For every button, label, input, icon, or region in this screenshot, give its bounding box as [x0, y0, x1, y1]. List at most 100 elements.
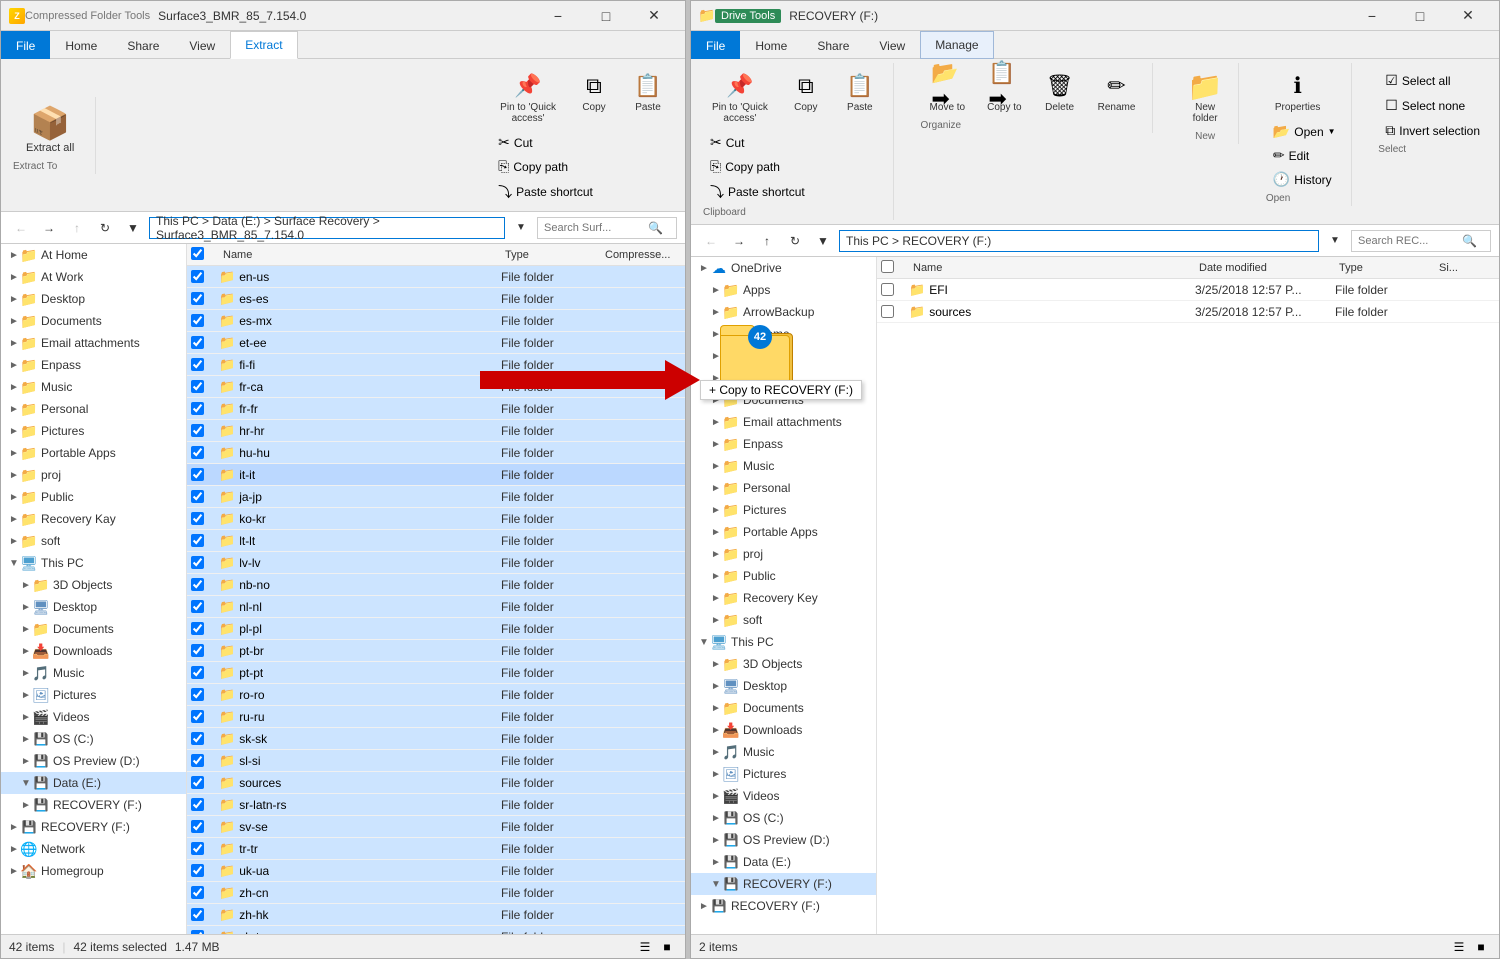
tree-item-desktop-pc[interactable]: ► 🖥 Desktop [1, 596, 186, 618]
tree-item-videos[interactable]: ► 🎬 Videos [1, 706, 186, 728]
col-header-type[interactable]: Type [501, 249, 601, 261]
left-back-btn[interactable]: ← [9, 216, 33, 240]
tree-item-soft[interactable]: ► 📁 soft [1, 530, 186, 552]
file-checkbox[interactable] [191, 446, 204, 459]
left-maximize-btn[interactable]: □ [583, 1, 629, 31]
file-checkbox[interactable] [191, 688, 204, 701]
tree-item-drive-f2[interactable]: ► 💾 RECOVERY (F:) [1, 816, 186, 838]
file-checkbox[interactable] [191, 534, 204, 547]
col-header-name[interactable]: Name [219, 249, 501, 261]
file-checkbox[interactable] [191, 710, 204, 723]
right-up-btn[interactable]: ↑ [755, 229, 779, 253]
left-minimize-btn[interactable]: − [535, 1, 581, 31]
tree-item-r-recovery-f2[interactable]: ► 💾 RECOVERY (F:) [691, 895, 876, 917]
tree-item-r-at-home[interactable]: ► 📁 At Home [691, 323, 876, 345]
tree-item-3d-objects[interactable]: ► 📁 3D Objects [1, 574, 186, 596]
left-path-expand-btn[interactable]: ▼ [121, 216, 145, 240]
left-close-btn[interactable]: ✕ [631, 1, 677, 31]
file-checkbox[interactable] [191, 776, 204, 789]
left-file-row[interactable]: 📁 zh-cn File folder [187, 882, 685, 904]
cut-btn-left[interactable]: ✂ Cut [491, 131, 600, 154]
move-to-btn[interactable]: 📂➡ Move to [921, 65, 975, 118]
right-file-row[interactable]: 📁 sources 3/25/2018 12:57 P... File fold… [877, 301, 1499, 323]
left-forward-btn[interactable]: → [37, 216, 61, 240]
right-file-checkbox[interactable] [881, 283, 894, 296]
left-file-row[interactable]: 📁 lv-lv File folder [187, 552, 685, 574]
tree-item-public[interactable]: ► 📁 Public [1, 486, 186, 508]
tree-item-r-public[interactable]: ► 📁 Public [691, 565, 876, 587]
rename-btn-right[interactable]: ✏ Rename [1089, 65, 1145, 118]
file-checkbox[interactable] [191, 798, 204, 811]
file-checkbox[interactable] [191, 512, 204, 525]
tree-item-r-apps[interactable]: ► 📁 Apps [691, 279, 876, 301]
file-checkbox[interactable] [191, 424, 204, 437]
invert-selection-btn[interactable]: ⧉ Invert selection [1378, 119, 1487, 142]
tab-file-right[interactable]: File [691, 31, 740, 59]
left-up-btn[interactable]: ↑ [65, 216, 89, 240]
tree-item-r-pictures[interactable]: ► 📁 Pictures [691, 499, 876, 521]
file-checkbox[interactable] [191, 644, 204, 657]
right-col-name[interactable]: Name [909, 262, 1195, 274]
new-folder-btn[interactable]: 📁 Newfolder [1180, 65, 1230, 129]
file-checkbox[interactable] [191, 468, 204, 481]
copy-btn-left[interactable]: ⧉ Copy [569, 65, 619, 129]
left-refresh-btn[interactable]: ↻ [93, 216, 117, 240]
file-checkbox[interactable] [191, 556, 204, 569]
tree-item-documents[interactable]: ► 📁 Documents [1, 310, 186, 332]
left-file-row[interactable]: 📁 ja-jp File folder [187, 486, 685, 508]
file-checkbox[interactable] [191, 380, 204, 393]
right-close-btn[interactable]: ✕ [1445, 1, 1491, 31]
file-checkbox[interactable] [191, 600, 204, 613]
left-large-icon-view-btn[interactable]: ■ [657, 937, 677, 957]
tree-item-r-at-work[interactable]: ► 📁 At Work [691, 345, 876, 367]
left-address-path[interactable]: This PC > Data (E:) > Surface Recovery >… [149, 217, 505, 239]
right-path-expand-btn[interactable]: ▼ [811, 229, 835, 253]
open-btn-right[interactable]: 📂 Open ▼ [1266, 120, 1343, 143]
copy-path-btn-left[interactable]: ⎘ Copy path [491, 155, 600, 178]
tab-view-left[interactable]: View [174, 31, 230, 59]
tree-item-documents-pc[interactable]: ► 📁 Documents [1, 618, 186, 640]
left-file-row[interactable]: 📁 fr-fr File folder [187, 398, 685, 420]
tab-home-left[interactable]: Home [50, 31, 112, 59]
file-checkbox[interactable] [191, 864, 204, 877]
paste-shortcut-btn-left[interactable]: ⤵ Paste shortcut [491, 179, 600, 205]
tab-view-right[interactable]: View [864, 31, 920, 59]
tree-item-r-this-pc[interactable]: ▼ 🖥 This PC [691, 631, 876, 653]
tree-item-enpass[interactable]: ► 📁 Enpass [1, 354, 186, 376]
tree-item-music-pc[interactable]: ► 🎵 Music [1, 662, 186, 684]
file-checkbox[interactable] [191, 622, 204, 635]
left-file-row[interactable]: 📁 uk-ua File folder [187, 860, 685, 882]
tree-item-personal[interactable]: ► 📁 Personal [1, 398, 186, 420]
file-checkbox[interactable] [191, 336, 204, 349]
tab-file-left[interactable]: File [1, 31, 50, 59]
left-details-view-btn[interactable]: ☰ [635, 937, 655, 957]
right-minimize-btn[interactable]: − [1349, 1, 1395, 31]
file-checkbox[interactable] [191, 490, 204, 503]
copy-btn-right[interactable]: ⧉ Copy [781, 65, 831, 129]
properties-btn-right[interactable]: ℹ Properties [1266, 65, 1330, 118]
tree-item-r-documents[interactable]: ► 📁 Documents [691, 389, 876, 411]
paste-btn-right[interactable]: 📋 Paste [835, 65, 885, 129]
right-col-type[interactable]: Type [1335, 262, 1435, 274]
left-file-row[interactable]: 📁 nb-no File folder [187, 574, 685, 596]
pin-btn-right[interactable]: 📌 Pin to 'Quickaccess' [703, 65, 777, 129]
left-file-row[interactable]: 📁 zh-hk File folder [187, 904, 685, 926]
tree-item-downloads[interactable]: ► 📥 Downloads [1, 640, 186, 662]
tree-item-r-proj[interactable]: ► 📁 proj [691, 543, 876, 565]
tree-item-r-portable[interactable]: ► 📁 Portable Apps [691, 521, 876, 543]
left-file-row[interactable]: 📁 sources File folder [187, 772, 685, 794]
select-all-btn-right[interactable]: ☑ Select all [1378, 69, 1487, 92]
left-file-row[interactable]: 📁 hu-hu File folder [187, 442, 685, 464]
tree-item-r-drive-e[interactable]: ► 💾 Data (E:) [691, 851, 876, 873]
tree-item-r-desktop[interactable]: ► 📁 Desktop [691, 367, 876, 389]
file-checkbox[interactable] [191, 292, 204, 305]
tree-item-at-home[interactable]: ► 📁 At Home [1, 244, 186, 266]
tree-item-r-pics-pc[interactable]: ► 🖼 Pictures [691, 763, 876, 785]
right-col-date[interactable]: Date modified [1195, 262, 1335, 274]
left-file-row[interactable]: 📁 ro-ro File folder [187, 684, 685, 706]
cut-btn-right[interactable]: ✂ Cut [703, 131, 812, 154]
right-back-btn[interactable]: ← [699, 229, 723, 253]
left-file-row[interactable]: 📁 pt-pt File folder [187, 662, 685, 684]
right-search-collapse-btn[interactable]: ▼ [1323, 229, 1347, 253]
left-file-row[interactable]: 📁 en-us File folder [187, 266, 685, 288]
